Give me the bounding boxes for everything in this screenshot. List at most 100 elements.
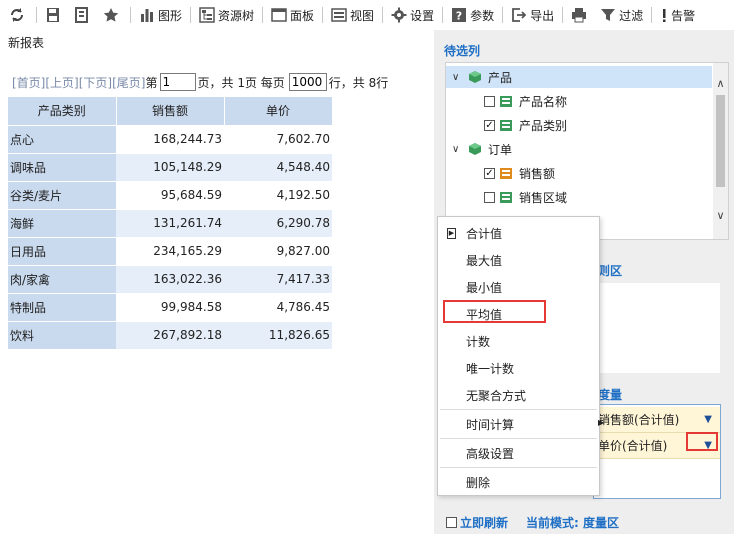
menu-item-time-calc[interactable]: 时间计算 xyxy=(438,411,599,438)
menu-item-advanced[interactable]: 高级设置 xyxy=(438,440,599,467)
menu-item-label: 无聚合方式 xyxy=(466,389,527,403)
menu-item-delete[interactable]: 删除 xyxy=(438,469,599,496)
print-icon xyxy=(571,7,587,23)
selected-indicator-icon: ▶ xyxy=(447,228,456,239)
question-icon: ? xyxy=(451,7,467,23)
header-product-category[interactable]: 产品类别 xyxy=(8,97,117,125)
page-size-input[interactable] xyxy=(288,73,327,91)
table-row: 点心 168,244.73 7,602.70 xyxy=(8,124,332,153)
field-icon xyxy=(499,94,513,108)
field-checkbox[interactable] xyxy=(484,95,495,107)
instant-refresh-checkbox[interactable] xyxy=(446,517,457,528)
tree-node-sales[interactable]: ✓ 销售额 xyxy=(484,162,555,184)
menu-item-no-aggregation[interactable]: 无聚合方式 xyxy=(438,382,599,409)
chevron-down-icon[interactable]: ∨ xyxy=(452,72,462,83)
highlight-box-dropdown xyxy=(686,432,718,451)
field-checkbox[interactable] xyxy=(484,191,495,203)
filter-icon xyxy=(600,7,616,23)
scroll-up-icon[interactable]: ∧ xyxy=(713,77,728,90)
menu-item-sum[interactable]: ▶ 合计值 xyxy=(438,220,599,247)
field-checkbox-checked[interactable]: ✓ xyxy=(484,167,495,179)
menu-item-count[interactable]: 计数 xyxy=(438,328,599,355)
tree-node-product-name[interactable]: 产品名称 xyxy=(484,90,567,112)
params-button[interactable]: ? 参数 xyxy=(446,0,499,30)
settings-button[interactable]: 设置 xyxy=(386,0,439,30)
refresh-button[interactable] xyxy=(4,0,33,30)
field-checkbox-checked[interactable]: ✓ xyxy=(484,119,495,131)
refresh-icon xyxy=(9,7,25,23)
pager: [首页] [上页] [下页] [尾页] 第 页，共 1页 每页 行，共 8行 xyxy=(12,73,388,91)
dimension-icon xyxy=(468,70,482,84)
toolbar: 图形 资源树 面板 视图 设置 ? 参数 导出 过滤 告警 xyxy=(0,0,734,30)
print-button[interactable] xyxy=(566,0,595,30)
table-row: 日用品 234,165.29 9,827.00 xyxy=(8,236,332,265)
tree-node-order[interactable]: ∨ 订单 xyxy=(452,138,512,160)
cell-price: 11,826.65 xyxy=(224,320,332,349)
toolbar-divider xyxy=(130,7,131,23)
next-page-link[interactable]: [下页] xyxy=(79,74,112,91)
cell-sales: 105,148.29 xyxy=(116,152,224,181)
last-page-link[interactable]: [尾页] xyxy=(112,74,145,91)
candidate-tree: ∨ 产品 产品名称 ✓ 产品类别 ∨ 订单 ✓ 销售额 销售区域 xyxy=(445,62,729,240)
export-button[interactable]: 导出 xyxy=(506,0,559,30)
tree-node-product[interactable]: ∨ 产品 xyxy=(446,66,712,88)
header-sales[interactable]: 销售额 xyxy=(116,97,225,125)
menu-item-label: 计数 xyxy=(466,335,491,349)
filter-button[interactable]: 过滤 xyxy=(595,0,648,30)
export-label: 导出 xyxy=(530,8,555,23)
scroll-down-icon[interactable]: ∨ xyxy=(713,209,728,222)
tree-node-product-category[interactable]: ✓ 产品类别 xyxy=(484,114,567,136)
toolbar-divider xyxy=(442,7,444,23)
page-number-input[interactable] xyxy=(159,73,196,91)
page-info: 页，共 1页 每页 xyxy=(197,75,285,90)
instant-refresh-label[interactable]: 立即刷新 xyxy=(460,514,508,531)
tree-node-label: 产品类别 xyxy=(519,118,568,133)
chevron-down-icon[interactable]: ∨ xyxy=(452,144,462,155)
candidates-title: 待选列 xyxy=(444,44,481,58)
chart-button[interactable]: 图形 xyxy=(134,0,187,30)
table-row: 特制品 99,984.58 4,786.45 xyxy=(8,292,332,321)
submenu-arrow-icon: ▶ xyxy=(598,418,605,427)
region-drop-area[interactable] xyxy=(596,283,720,373)
prev-page-link[interactable]: [上页] xyxy=(45,74,78,91)
cell-category: 肉/家禽 xyxy=(8,264,116,293)
favorite-button[interactable] xyxy=(98,0,127,30)
chart-label: 图形 xyxy=(158,8,183,23)
menu-item-max[interactable]: 最大值 xyxy=(438,247,599,274)
save-as-button[interactable] xyxy=(69,0,98,30)
resource-tree-icon xyxy=(199,7,215,23)
cell-sales: 168,244.73 xyxy=(116,124,224,153)
menu-item-min[interactable]: 最小值 xyxy=(438,274,599,301)
bar-chart-icon xyxy=(139,7,155,23)
data-table: 产品类别 销售额 单价 点心 168,244.73 7,602.70 调味品 1… xyxy=(8,97,333,349)
menu-item-distinct-count[interactable]: 唯一计数 xyxy=(438,355,599,382)
table-row: 调味品 105,148.29 4,548.40 xyxy=(8,152,332,181)
save-button[interactable] xyxy=(40,0,69,30)
measure-title: 度量 xyxy=(598,388,623,402)
tree-node-label: 产品名称 xyxy=(519,94,568,109)
cell-category: 点心 xyxy=(8,124,116,153)
first-page-link[interactable]: [首页] xyxy=(12,74,45,91)
resource-tree-button[interactable]: 资源树 xyxy=(194,0,259,30)
tree-node-sales-region[interactable]: 销售区域 xyxy=(484,186,567,208)
cell-sales: 163,022.36 xyxy=(116,264,224,293)
star-icon xyxy=(103,7,119,23)
measure-item-sales[interactable]: 销售额(合计值) ▼ xyxy=(594,407,720,433)
view-label: 视图 xyxy=(350,8,375,23)
cell-category: 日用品 xyxy=(8,236,116,265)
toolbar-divider xyxy=(562,7,564,23)
alert-button[interactable]: 告警 xyxy=(655,0,700,30)
scroll-thumb[interactable] xyxy=(716,95,725,187)
view-button[interactable]: 视图 xyxy=(326,0,379,30)
header-unit-price[interactable]: 单价 xyxy=(224,97,333,125)
panel-button[interactable]: 面板 xyxy=(266,0,319,30)
report-title: 新报表 xyxy=(8,36,45,50)
cell-category: 饮料 xyxy=(8,320,116,349)
tree-scrollbar[interactable]: ∧ ∨ xyxy=(713,63,728,239)
dropdown-arrow-icon[interactable]: ▼ xyxy=(704,414,712,425)
measure-drop-area[interactable]: 销售额(合计值) ▼ 单价(合计值) ▼ xyxy=(593,404,721,499)
cell-sales: 131,261.74 xyxy=(116,208,224,237)
cell-category: 调味品 xyxy=(8,152,116,181)
view-icon xyxy=(331,7,347,23)
toolbar-divider xyxy=(651,7,653,23)
